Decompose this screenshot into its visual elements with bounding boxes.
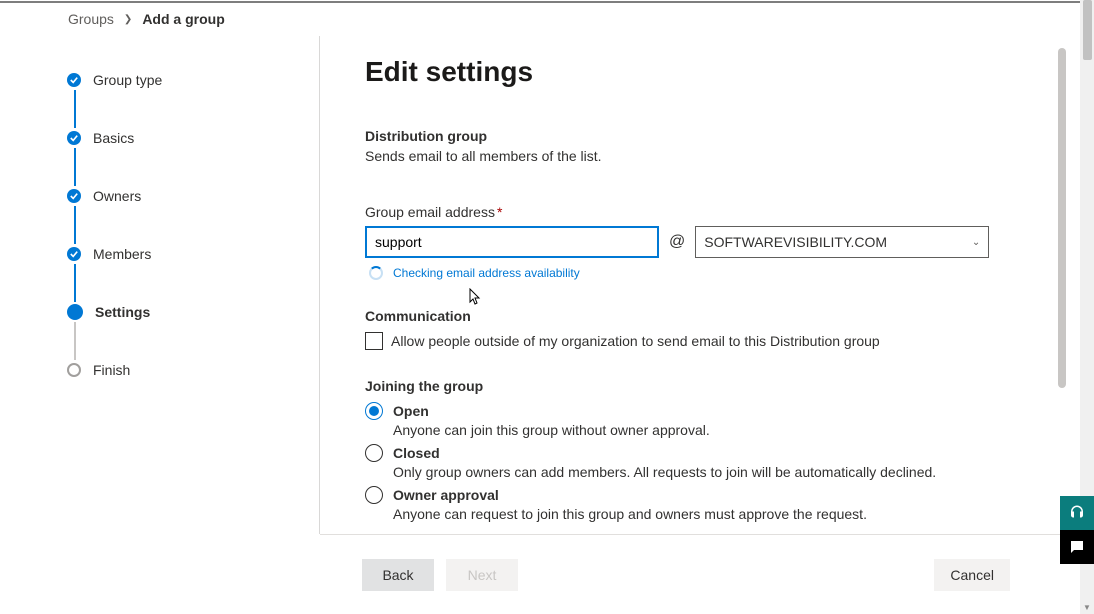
footer-bar: Back Next Cancel [320,534,1080,614]
breadcrumb-current: Add a group [142,11,224,27]
allow-external-checkbox[interactable] [365,332,383,350]
domain-select-value: SOFTWAREVISIBILITY.COM [704,234,887,250]
check-icon [67,131,81,145]
allow-external-label[interactable]: Allow people outside of my organization … [391,333,880,349]
step-connector [74,148,76,186]
cancel-button[interactable]: Cancel [934,559,1010,591]
step-group-type[interactable]: Group type [67,72,319,88]
radio-owner-approval[interactable] [365,486,383,504]
step-connector [74,90,76,128]
radio-closed-desc: Only group owners can add members. All r… [393,464,1050,480]
step-label: Finish [93,362,130,378]
panel-top-border [0,1,1080,3]
step-label: Members [93,246,151,262]
required-asterisk: * [497,204,502,220]
step-owners[interactable]: Owners [67,188,319,204]
radio-closed[interactable] [365,444,383,462]
current-step-icon [67,304,83,320]
feedback-chat-button[interactable] [1060,530,1094,564]
headset-icon [1068,504,1086,522]
email-label: Group email address* [365,204,1050,220]
scroll-down-icon[interactable]: ▼ [1080,600,1094,614]
checking-text: Checking email address availability [393,266,580,280]
spinner-icon [369,266,383,280]
group-type-heading: Distribution group [365,128,1050,144]
radio-closed-label[interactable]: Closed [393,445,440,461]
wizard-steps-sidebar: Group type Basics Owners Members Set [30,36,320,534]
chat-icon [1068,538,1086,556]
step-members[interactable]: Members [67,246,319,262]
step-finish: Finish [67,362,319,378]
check-icon [67,189,81,203]
domain-select[interactable]: SOFTWAREVISIBILITY.COM ⌄ [695,226,989,258]
chevron-down-icon: ⌄ [972,237,980,248]
at-sign: @ [669,233,685,251]
next-button: Next [446,559,518,591]
step-connector [74,264,76,302]
floating-help-buttons [1060,496,1094,564]
page-title: Edit settings [365,56,1050,88]
support-headset-button[interactable] [1060,496,1094,530]
content-scrollbar[interactable] [1058,48,1066,388]
group-type-description: Sends email to all members of the list. [365,148,1050,164]
step-label: Settings [95,304,150,320]
check-icon [67,247,81,261]
group-email-input[interactable] [365,226,659,258]
step-connector [74,206,76,244]
radio-open-desc: Anyone can join this group without owner… [393,422,1050,438]
step-label: Group type [93,72,162,88]
communication-heading: Communication [365,308,1050,324]
joining-heading: Joining the group [365,378,1050,394]
breadcrumb-parent[interactable]: Groups [68,11,114,27]
content-panel: Edit settings Distribution group Sends e… [365,36,1080,534]
step-connector [74,322,76,360]
radio-owner-approval-desc: Anyone can request to join this group an… [393,506,1050,522]
radio-selected-dot [369,406,379,416]
step-label: Owners [93,188,141,204]
step-basics[interactable]: Basics [67,130,319,146]
radio-open-label[interactable]: Open [393,403,429,419]
breadcrumb: Groups ❯ Add a group [68,11,225,27]
back-button[interactable]: Back [362,559,434,591]
step-settings[interactable]: Settings [67,304,319,320]
radio-open[interactable] [365,402,383,420]
radio-owner-approval-label[interactable]: Owner approval [393,487,499,503]
scroll-thumb[interactable] [1083,0,1092,60]
check-icon [67,73,81,87]
chevron-right-icon: ❯ [124,14,132,25]
step-label: Basics [93,130,134,146]
pending-step-icon [67,363,81,377]
checking-availability-status: Checking email address availability [369,266,1050,280]
